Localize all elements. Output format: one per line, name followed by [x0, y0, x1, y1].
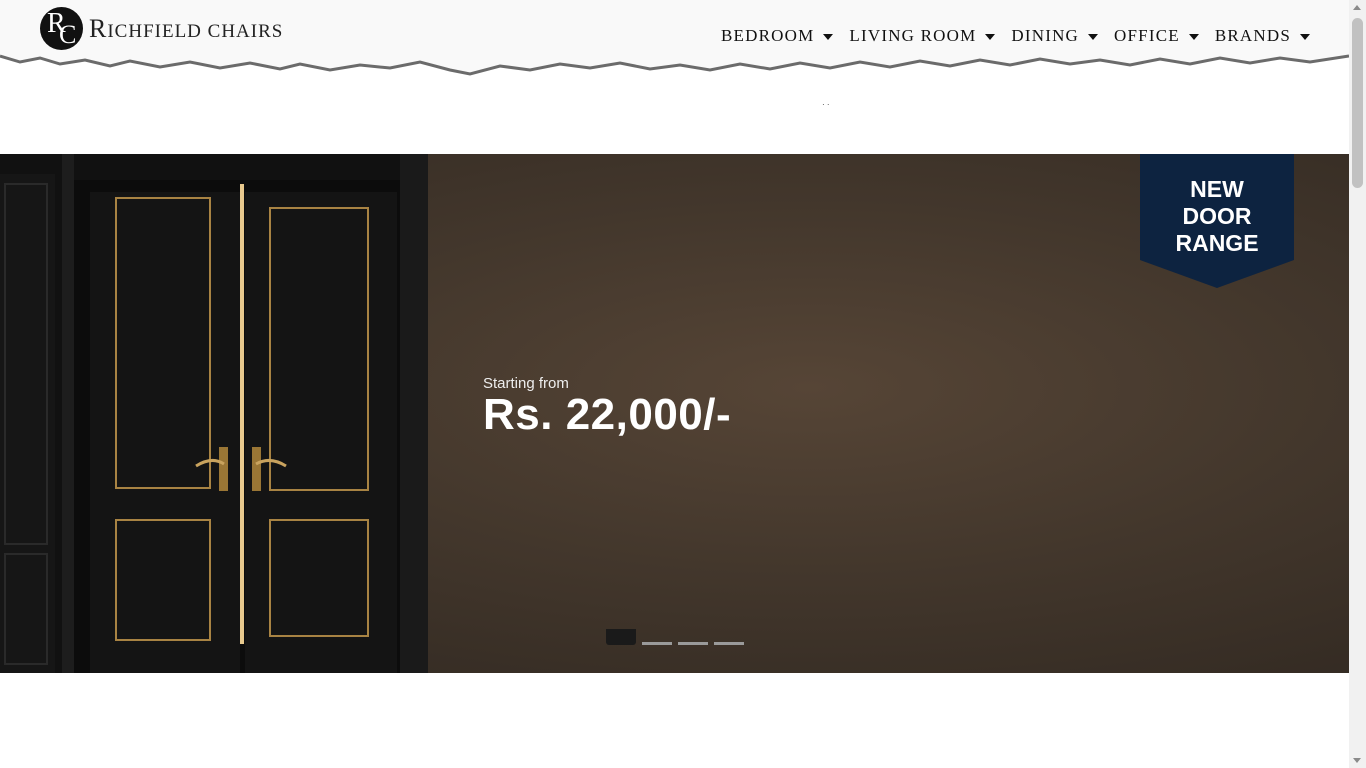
hero-carousel[interactable]: Starting from Rs. 22,000/- NEW DOOR RANG…: [0, 154, 1349, 673]
badge-line-1: NEW: [1190, 176, 1244, 202]
nav-label: BEDROOM: [720, 26, 815, 45]
hero-promo: Starting from Rs. 22,000/-: [483, 375, 731, 440]
nav-label: DINING: [1011, 26, 1080, 45]
nav-item-bedroom[interactable]: BEDROOM: [720, 26, 834, 46]
carousel-indicator-4[interactable]: [714, 642, 744, 645]
badge-text: NEW DOOR RANGE: [1140, 176, 1294, 257]
badge-line-2: DOOR: [1182, 203, 1252, 229]
page-scrollbar[interactable]: [1349, 0, 1366, 768]
double-door-image: [0, 154, 428, 673]
price-text: Rs. 22,000/-: [483, 390, 732, 439]
logo-initial-c: C: [59, 20, 77, 49]
badge-line-3: RANGE: [1175, 230, 1259, 256]
caret-down-icon: [1300, 34, 1310, 40]
nav-item-dining[interactable]: DINING: [1011, 26, 1099, 46]
carousel-indicator-3[interactable]: [678, 642, 708, 645]
logo-mark-icon: R C: [40, 7, 83, 50]
scroll-up-arrow-icon[interactable]: [1353, 5, 1361, 10]
main-nav: BEDROOM LIVING ROOM DINING OFFICE BRANDS: [705, 26, 1310, 46]
nav-label: OFFICE: [1114, 26, 1180, 45]
scroll-down-arrow-icon[interactable]: [1353, 758, 1361, 763]
caret-down-icon: [1188, 34, 1199, 40]
carousel-indicator-2[interactable]: [642, 642, 672, 645]
caret-down-icon: [1088, 34, 1099, 40]
brand-name-rest: ICHFIELD CHAIRS: [107, 20, 284, 42]
brand-name-first: R: [89, 13, 108, 43]
brand-name: RICHFIELD CHAIRS: [89, 14, 283, 44]
loading-dots: · ·: [822, 100, 830, 109]
carousel-indicator-1[interactable]: [606, 629, 636, 645]
torn-paper-edge: [0, 54, 1349, 80]
new-range-badge: NEW DOOR RANGE: [1140, 154, 1294, 288]
nav-item-living-room[interactable]: LIVING ROOM: [849, 26, 996, 46]
nav-label: BRANDS: [1214, 26, 1291, 45]
site-header: R C RICHFIELD CHAIRS BEDROOM LIVING ROOM…: [0, 0, 1349, 80]
nav-label: LIVING ROOM: [849, 26, 977, 45]
brand-logo[interactable]: R C RICHFIELD CHAIRS: [40, 7, 283, 50]
carousel-indicators: [606, 629, 750, 645]
nav-item-brands[interactable]: BRANDS: [1215, 26, 1310, 46]
caret-down-icon: [985, 34, 996, 40]
caret-down-icon: [823, 34, 834, 40]
scrollbar-thumb[interactable]: [1352, 18, 1363, 188]
nav-item-office[interactable]: OFFICE: [1114, 26, 1199, 46]
